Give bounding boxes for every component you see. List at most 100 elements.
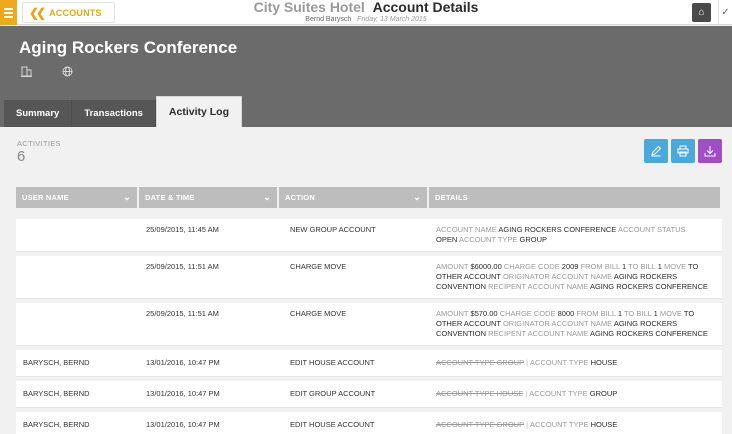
table-row[interactable]: 25/09/2015, 11:51 AM CHARGE MOVE AMOUNT $5…: [16, 303, 722, 346]
detail-label: ACCOUNT STATUS: [617, 225, 686, 234]
detail-value: 1: [622, 262, 627, 271]
user-name: Bernd Barysch: [305, 16, 352, 23]
detail-label: CHARGE CODE: [499, 309, 556, 318]
value-separator: |: [526, 420, 529, 429]
cell-date-time: 13/01/2016, 10:47 PM: [146, 420, 220, 429]
user-profile-icon[interactable]: ⌂: [692, 3, 711, 22]
building-icon[interactable]: [21, 66, 32, 80]
detail-value: 8000: [557, 309, 575, 318]
cell-details: AMOUNT $570.00 CHARGE CODE 8000 FROM BIL…: [423, 303, 714, 345]
chevron-down-icon: ⌄: [413, 192, 421, 202]
page-title: Account Details: [372, 0, 479, 15]
detail-value: 1: [617, 309, 622, 318]
print-button[interactable]: [671, 139, 695, 163]
detail-label: AMOUNT: [436, 309, 469, 318]
column-header-label: ACTION: [285, 193, 315, 202]
value-separator: |: [526, 358, 529, 367]
detail-value: HOUSE: [590, 358, 618, 367]
cell-action: EDIT GROUP ACCOUNT: [290, 389, 376, 398]
detail-value: OPEN: [436, 235, 458, 244]
chevron-down-icon: ⌄: [263, 192, 271, 202]
detail-value: $6000.00: [470, 262, 502, 271]
download-icon: [704, 146, 716, 157]
table-row[interactable]: 25/09/2015, 11:51 AM CHARGE MOVE AMOUNT $6…: [16, 256, 722, 299]
page-title-block: City Suites Hotel Account Details Bernd …: [0, 0, 732, 24]
detail-label: ACCOUNT TYPE: [530, 358, 589, 367]
cell-details: ACCOUNT NAME AGING ROCKERS CONFERENCE AC…: [423, 219, 714, 251]
table-row[interactable]: BARYSCH, BERND 13/01/2016, 10:47 PM EDIT G…: [16, 381, 722, 408]
cell-action: NEW GROUP ACCOUNT: [290, 225, 376, 234]
tab-activity-log[interactable]: Activity Log: [155, 96, 243, 127]
business-date: Friday, 13 March 2015: [357, 16, 427, 23]
checkmark-icon[interactable]: ✓: [718, 0, 732, 25]
edit-button[interactable]: [644, 139, 668, 163]
detail-value: GROUP: [519, 235, 548, 244]
cell-action: EDIT HOUSE ACCOUNT: [290, 420, 375, 429]
detail-label: FROM BILL: [580, 262, 620, 271]
detail-value: AGING ROCKERS CONFERENCE: [498, 225, 617, 234]
column-header-details: DETAILS: [429, 187, 720, 208]
cell-action: EDIT HOUSE ACCOUNT: [290, 358, 375, 367]
hotel-name: City Suites Hotel: [253, 0, 365, 15]
cell-date-time: 25/09/2015, 11:51 AM: [146, 309, 219, 318]
detail-label: TO BILL: [628, 262, 656, 271]
tab-summary[interactable]: Summary: [4, 100, 73, 127]
column-header-label: USER NAME: [22, 193, 69, 202]
cell-date-time: 25/09/2015, 11:51 AM: [146, 262, 219, 271]
cell-date-time: 25/09/2015, 11:45 AM: [146, 225, 219, 234]
cell-user-name: [16, 256, 137, 298]
detail-label: ORIGINATOR ACCOUNT NAME: [502, 319, 613, 328]
detail-value: HOUSE: [590, 420, 618, 429]
printer-icon: [677, 145, 689, 157]
cell-action: CHARGE MOVE: [290, 309, 347, 318]
detail-label: ACCOUNT NAME: [436, 225, 497, 234]
table-row[interactable]: BARYSCH, BERND 13/01/2016, 10:47 PM EDIT H…: [16, 350, 722, 377]
account-name: Aging Rockers Conference: [19, 38, 238, 57]
cell-action: CHARGE MOVE: [290, 262, 347, 271]
detail-value: AGING ROCKERS CONFERENCE: [589, 329, 708, 338]
pencil-icon: [651, 145, 662, 157]
activities-label: ACTIVITIES: [17, 139, 61, 148]
detail-label: RECIPENT ACCOUNT NAME: [488, 329, 589, 338]
column-header-date-time[interactable]: DATE & TIME ⌄: [139, 187, 277, 208]
tab-bar: Summary Transactions Activity Log: [4, 96, 243, 127]
detail-label: TO BILL: [623, 309, 652, 318]
detail-label: ACCOUNT TYPE: [530, 420, 589, 429]
detail-label: RECIPENT ACCOUNT NAME: [488, 282, 589, 291]
column-header-action[interactable]: ACTION ⌄: [279, 187, 427, 208]
detail-label: MOVE: [659, 309, 682, 318]
detail-value: $570.00: [470, 309, 498, 318]
activity-table-body: 25/09/2015, 11:45 AM NEW GROUP ACCOUNT ACC…: [16, 219, 722, 434]
table-row[interactable]: 25/09/2015, 11:45 AM NEW GROUP ACCOUNT ACC…: [16, 219, 722, 252]
detail-label: FROM BILL: [576, 309, 616, 318]
column-header-label: DATE & TIME: [145, 193, 195, 202]
globe-icon[interactable]: [62, 66, 73, 80]
previous-value: ACCOUNT TYPE HOUSE: [436, 389, 524, 398]
column-header-user-name[interactable]: USER NAME ⌄: [16, 187, 137, 208]
column-header-label: DETAILS: [435, 193, 468, 202]
activities-count: 6: [17, 148, 26, 165]
previous-value: ACCOUNT TYPE GROUP: [436, 358, 525, 367]
cell-details: ACCOUNT TYPE GROUP | ACCOUNT TYPE HOUSE: [423, 350, 714, 376]
cell-user-name: BARYSCH, BERND: [23, 358, 90, 367]
cell-details: AMOUNT $6000.00 CHARGE CODE 2009 FROM BI…: [423, 256, 714, 298]
tab-transactions[interactable]: Transactions: [72, 100, 156, 127]
table-row[interactable]: BARYSCH, BERND 13/01/2016, 10:47 PM EDIT H…: [16, 412, 722, 434]
cell-details: ACCOUNT TYPE HOUSE | ACCOUNT TYPE GROUP: [423, 381, 714, 407]
cell-user-name: [16, 303, 137, 345]
action-buttons: [644, 139, 722, 163]
detail-value: AGING ROCKERS CONFERENCE: [589, 282, 708, 291]
chevron-down-icon: ⌄: [123, 192, 131, 202]
previous-value: ACCOUNT TYPE GROUP: [436, 420, 525, 429]
detail-label: ACCOUNT TYPE: [458, 235, 518, 244]
detail-label: CHARGE CODE: [503, 262, 560, 271]
cell-date-time: 13/01/2016, 10:47 PM: [146, 358, 220, 367]
cell-user-name: BARYSCH, BERND: [23, 389, 90, 398]
cell-user-name: [16, 219, 137, 251]
detail-label: AMOUNT: [436, 262, 469, 271]
top-bar: ❮❮ ACCOUNTS City Suites Hotel Account De…: [0, 0, 732, 25]
cell-details: ACCOUNT TYPE GROUP | ACCOUNT TYPE HOUSE: [423, 412, 714, 434]
table-header: USER NAME ⌄ DATE & TIME ⌄ ACTION ⌄ DETAI…: [16, 187, 722, 208]
cell-date-time: 13/01/2016, 10:47 PM: [146, 389, 220, 398]
download-button[interactable]: [698, 139, 722, 163]
